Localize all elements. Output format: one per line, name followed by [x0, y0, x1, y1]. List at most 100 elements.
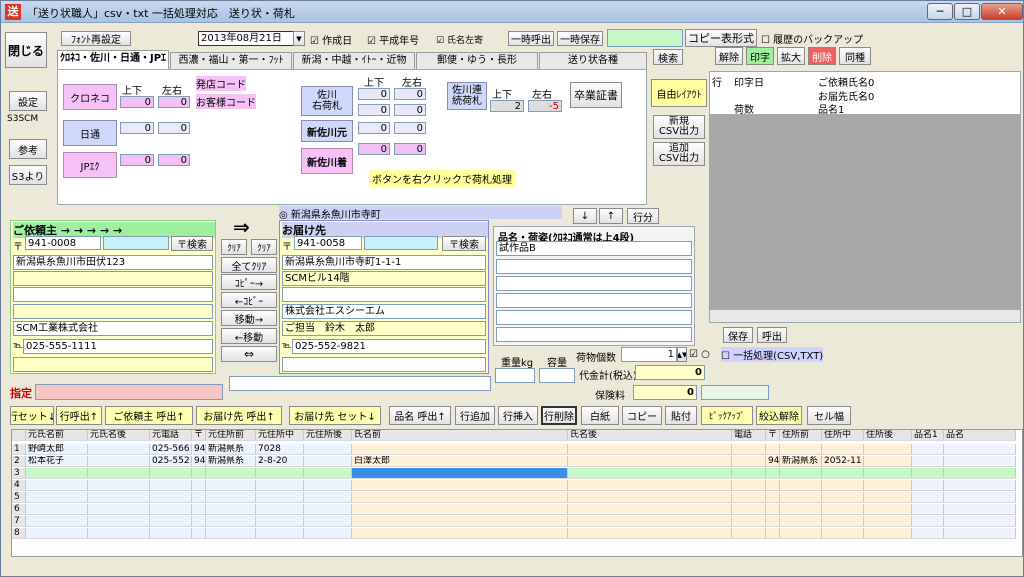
settings-button[interactable]: 設定 [9, 91, 47, 111]
grid-cell[interactable] [766, 444, 780, 455]
grid-cell[interactable] [26, 480, 88, 491]
clear-right-button[interactable]: ｸﾘｱ [251, 239, 277, 255]
grid-cell[interactable] [150, 516, 192, 527]
jp-lr-field[interactable]: 0 [158, 154, 190, 166]
grid-cell[interactable] [192, 480, 206, 491]
tab-niigata[interactable]: 新潟・中越・ｲﾄｰ・近物 [293, 52, 415, 69]
row-number[interactable]: 5 [12, 492, 26, 503]
delete-button[interactable]: 削除 [808, 47, 836, 65]
requester-call-button[interactable]: ご依頼主 呼出↑ [105, 406, 193, 425]
batch-checkbox[interactable]: ☐ 一括処理(CSV,TXT) [721, 347, 824, 362]
s3-from-button[interactable]: S3より [9, 165, 47, 185]
grid-cell[interactable] [732, 492, 766, 503]
delivery-call-button[interactable]: お届け先 呼出↑ [196, 406, 282, 425]
grid-cell[interactable] [206, 516, 256, 527]
grid-cell[interactable] [766, 516, 780, 527]
grid-cell[interactable] [352, 504, 568, 515]
tab-okurijo[interactable]: 送り状各種 [539, 52, 647, 69]
history-scrollbar[interactable] [710, 310, 1020, 322]
row-insert-button[interactable]: 行挿入 [498, 406, 538, 425]
pieces-stepper-icon[interactable]: ▲▼ [677, 347, 687, 362]
grid-cell[interactable] [568, 480, 732, 491]
grid-cell[interactable] [944, 516, 1016, 527]
grid-cell[interactable] [304, 492, 352, 503]
goods-item-2[interactable] [496, 259, 692, 274]
grid-header-cell[interactable]: 元住所後 [304, 430, 352, 441]
goods-item-4[interactable] [496, 293, 692, 308]
delivery-zip-extra[interactable] [364, 236, 438, 250]
tab-yubin[interactable]: 郵便・ゆう・長形 [416, 52, 538, 69]
volume-field[interactable] [539, 368, 575, 383]
grid-cell[interactable] [26, 516, 88, 527]
grid-cell[interactable] [732, 504, 766, 515]
row-number[interactable]: 3 [12, 468, 26, 479]
grid-cell[interactable] [352, 468, 568, 479]
all-clear-button[interactable]: 全てｸﾘｱ [221, 257, 277, 273]
delivery-set-button[interactable]: お届け先 セット↓ [289, 406, 381, 425]
grid-cell[interactable] [304, 516, 352, 527]
tab-kuroneko[interactable]: ｸﾛﾈｺ・佐川・日通・JPｴ [57, 50, 169, 69]
grid-cell[interactable] [732, 480, 766, 491]
grid-cell[interactable] [766, 468, 780, 479]
sagawa-right-tag-button[interactable]: 佐川 右荷札 [301, 86, 353, 116]
grid-cell[interactable] [256, 480, 304, 491]
row-set-button[interactable]: 行セット↓ [10, 406, 54, 425]
add-csv-button[interactable]: 追加 CSV出力 [653, 142, 705, 166]
new-csv-button[interactable]: 新規 CSV出力 [653, 115, 705, 139]
grid-cell[interactable] [944, 528, 1016, 539]
grid-cell[interactable] [864, 516, 912, 527]
delivery-company[interactable]: 株式会社エスシーエム [282, 304, 486, 319]
grid-cell[interactable]: 949 [766, 456, 780, 467]
grid-cell[interactable] [256, 528, 304, 539]
grid-cell[interactable]: 新潟県糸 [206, 456, 256, 467]
grid-header-cell[interactable]: 氏名前 [352, 430, 568, 441]
grid-cell[interactable] [780, 468, 822, 479]
grid-cell[interactable] [206, 480, 256, 491]
grid-cell[interactable] [568, 456, 732, 467]
grid-cell[interactable] [26, 492, 88, 503]
weight-field[interactable] [495, 368, 535, 383]
grid-cell[interactable] [732, 528, 766, 539]
grid-cell[interactable]: 025-552 [150, 456, 192, 467]
pickup-button[interactable]: ﾋﾟｯｸｱｯﾌﾟ [701, 406, 753, 425]
grid-cell[interactable] [568, 444, 732, 455]
temp-call-button[interactable]: 一時呼出 [508, 31, 554, 46]
move-left-button[interactable]: ←移動 [221, 328, 277, 344]
history-backup-checkbox[interactable]: ☐ 履歴のバックアップ [761, 31, 863, 46]
sagawa-chaku-ud-field[interactable]: 0 [358, 143, 390, 155]
save-history-button[interactable]: 保存 [723, 327, 753, 343]
grid-header-cell[interactable]: 電話 [732, 430, 766, 441]
grid-cell[interactable] [150, 492, 192, 503]
row-number[interactable]: 8 [12, 528, 26, 539]
data-grid[interactable]: 元氏名前 元氏名後 元電話〒元住所前 元住所中 元住所後 氏名前 氏名後 電話〒住所前 住所中住… [11, 429, 1023, 557]
grid-cell[interactable] [944, 468, 1016, 479]
grid-cell[interactable] [304, 480, 352, 491]
requester-company[interactable]: SCM工業株式会社 [13, 321, 213, 336]
pieces-field[interactable]: 1 [621, 347, 677, 362]
row-call-button[interactable]: 行呼出↑ [56, 406, 102, 425]
grid-cell[interactable] [766, 528, 780, 539]
goods-call-button[interactable]: 品名 呼出↑ [389, 406, 451, 425]
sagawa-moto-ud-field[interactable]: 0 [358, 122, 390, 134]
move-up-button[interactable]: ↑ [599, 208, 623, 224]
minimize-button[interactable]: ─ [927, 3, 953, 20]
grid-cell[interactable] [304, 456, 352, 467]
grid-cell[interactable] [88, 504, 150, 515]
insurance-field[interactable]: 0 [633, 385, 697, 400]
grid-cell[interactable] [256, 504, 304, 515]
sagawa-continuous-button[interactable]: 佐川連 続荷札 [447, 82, 487, 110]
grid-cell[interactable] [150, 480, 192, 491]
grid-cell[interactable] [88, 468, 150, 479]
grid-header-cell[interactable]: 住所後 [864, 430, 912, 441]
grid-cell[interactable] [206, 528, 256, 539]
created-date-checkbox[interactable]: ☑ 作成日 [310, 32, 352, 47]
temp-save-button[interactable]: 一時保存 [557, 31, 603, 46]
delivery-address-2[interactable]: SCMビル14階 [282, 271, 486, 286]
requester-extra[interactable] [13, 357, 213, 372]
grid-cell[interactable] [864, 456, 912, 467]
grid-cell[interactable]: 941 [192, 456, 206, 467]
grid-cell[interactable] [912, 504, 944, 515]
row-number[interactable]: 6 [12, 504, 26, 515]
grid-cell[interactable] [568, 468, 732, 479]
cell-width-button[interactable]: セル幅 [807, 406, 851, 425]
